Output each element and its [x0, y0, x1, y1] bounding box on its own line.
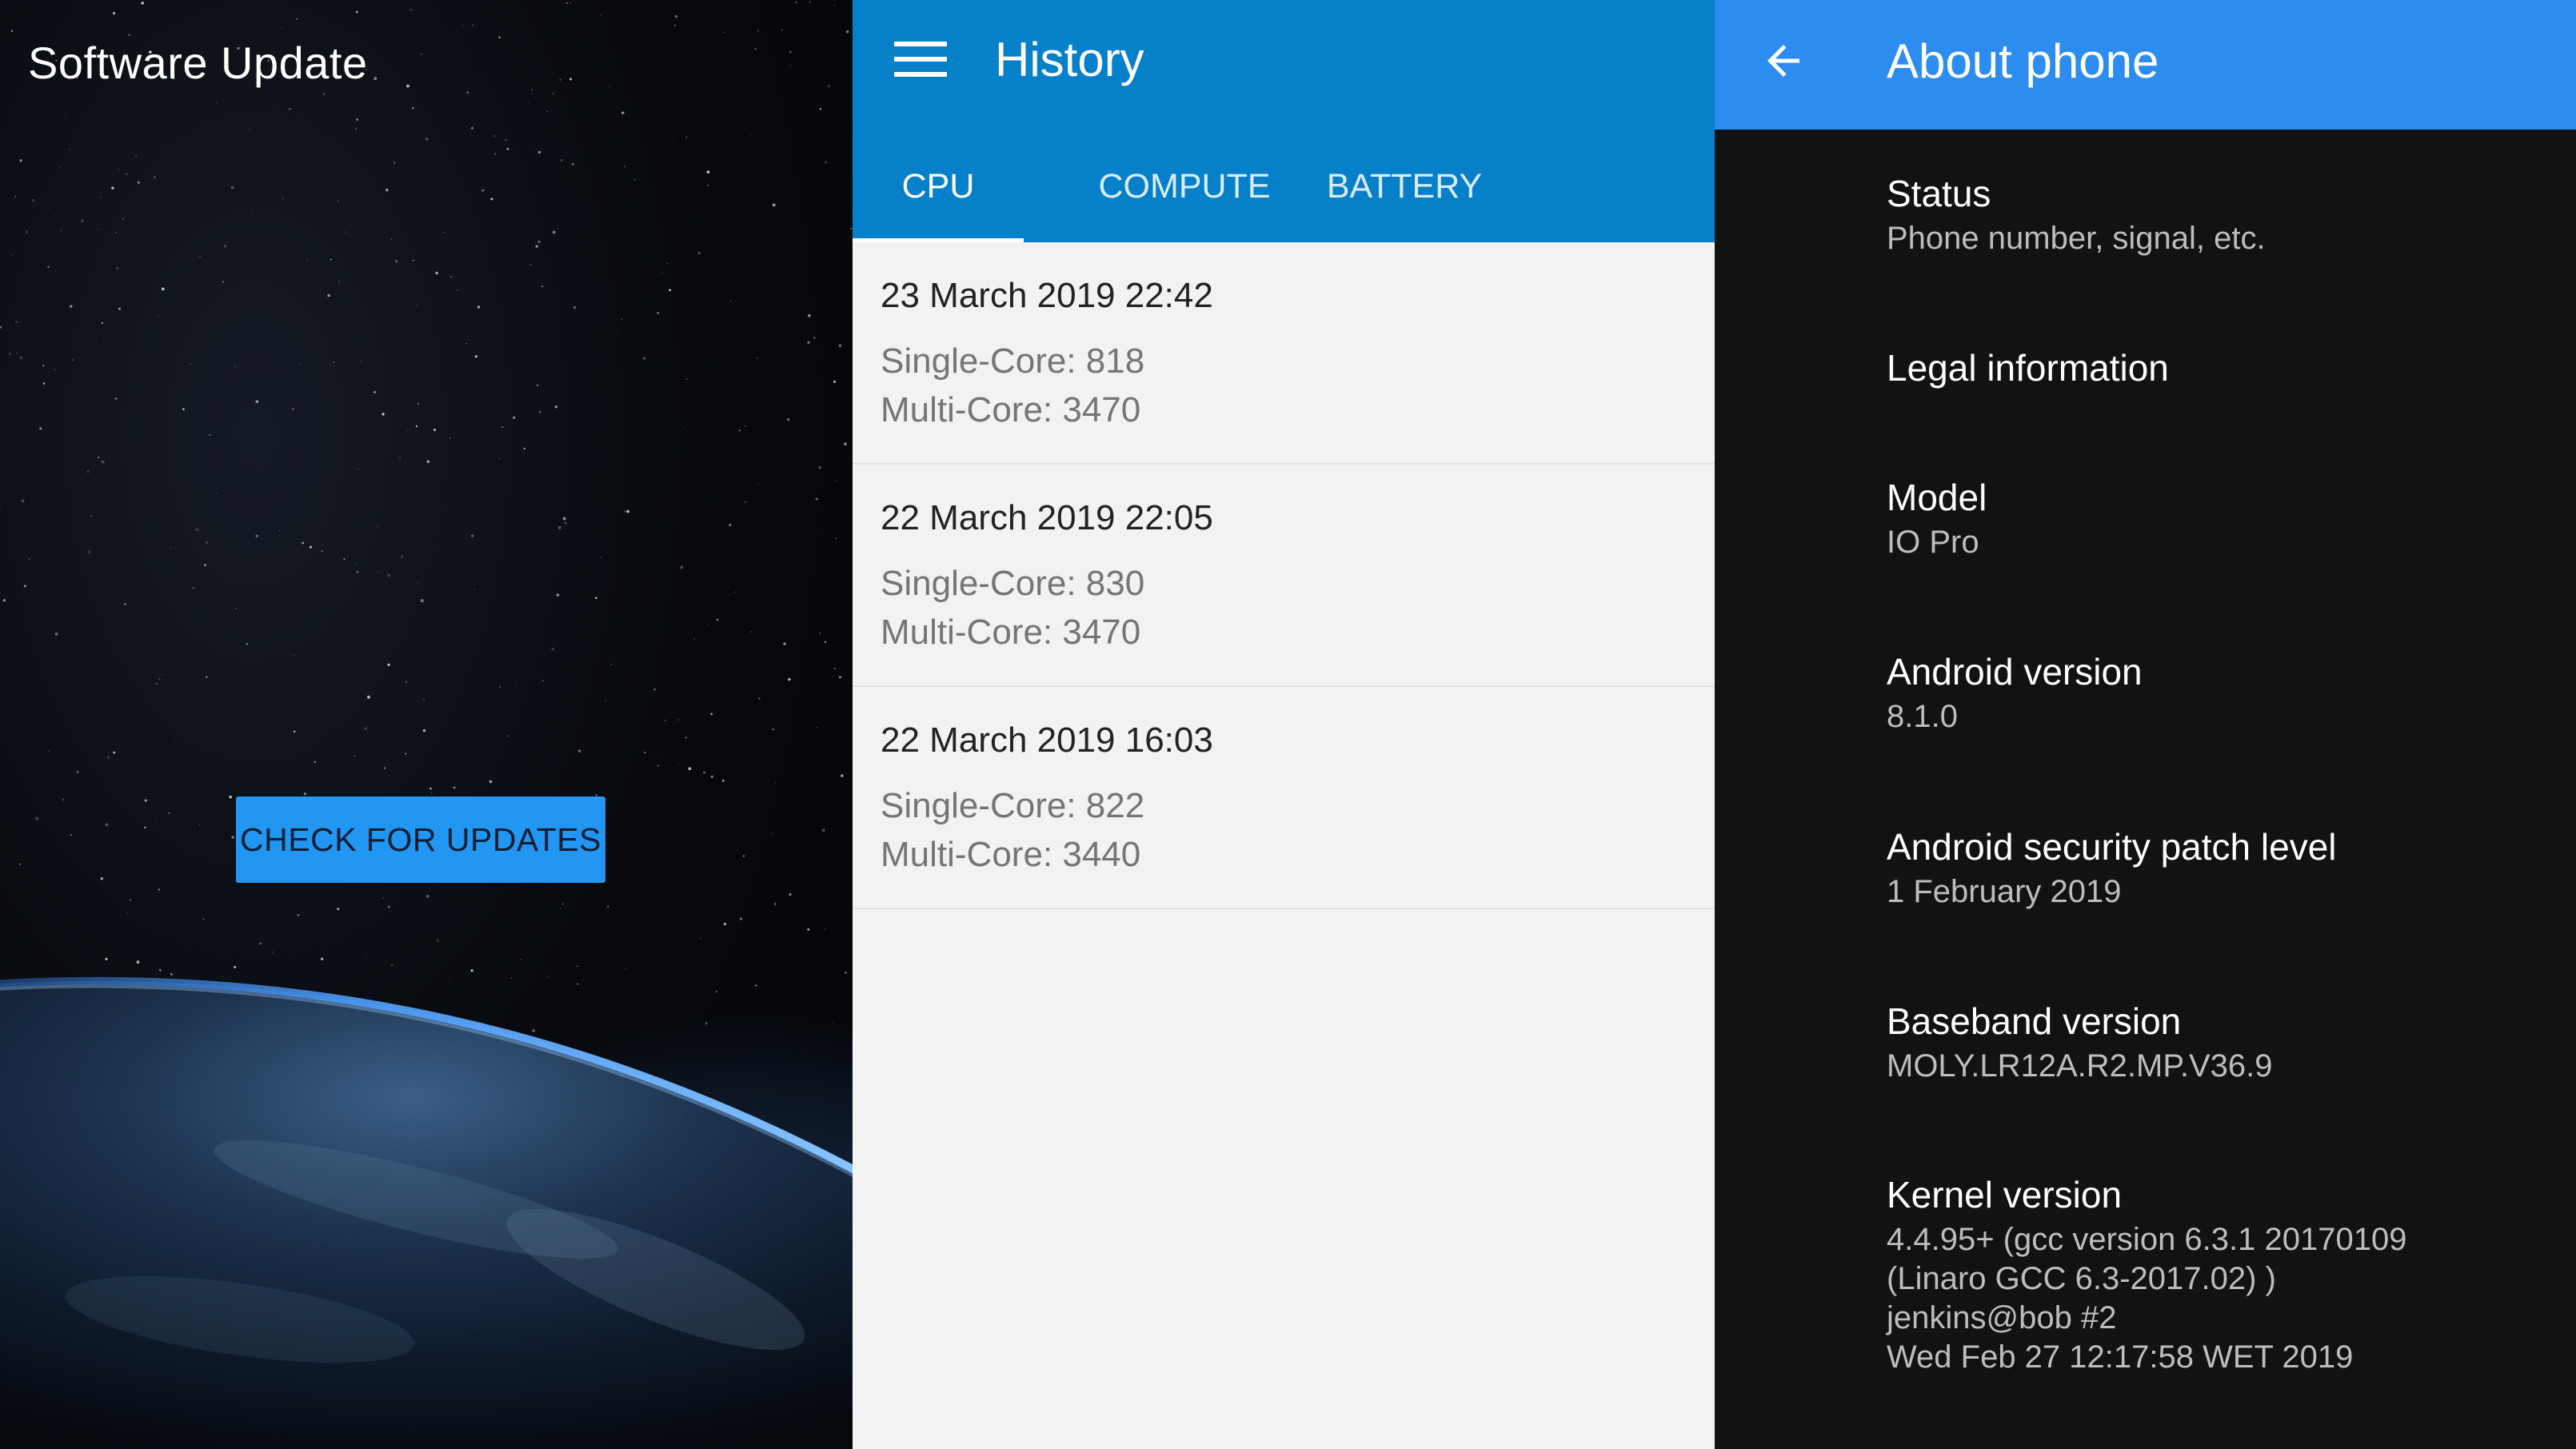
setting-baseband-version[interactable]: Baseband version MOLY.LR12A.R2.MP.V36.9: [1887, 997, 2542, 1086]
arrow-left-icon[interactable]: [1759, 37, 1807, 85]
setting-title: Kernel version: [1887, 1174, 2123, 1215]
setting-summary: IO Pro: [1887, 525, 1979, 560]
setting-android-version[interactable]: Android version 8.1.0: [1887, 648, 2542, 736]
check-for-updates-button[interactable]: CHECK FOR UPDATES: [236, 796, 605, 883]
setting-summary: 1 February 2019: [1887, 874, 2122, 909]
single-core-score: Single-Core: 822: [881, 786, 1145, 825]
setting-legal-information[interactable]: Legal information: [1887, 344, 2542, 392]
setting-summary-line: jenkins@bob #2: [1887, 1300, 2117, 1335]
history-list: 23 March 2019 22:42 Single-Core: 818 Mul…: [853, 242, 1715, 909]
single-core-score: Single-Core: 818: [881, 341, 1145, 381]
setting-summary: MOLY.LR12A.R2.MP.V36.9: [1887, 1048, 2273, 1084]
setting-summary-line: Wed Feb 27 12:17:58 WET 2019: [1887, 1339, 2354, 1375]
setting-security-patch-level[interactable]: Android security patch level 1 February …: [1887, 823, 2542, 912]
software-update-screen: Software Update CHECK FOR UPDATES: [0, 0, 853, 1449]
result-date: 23 March 2019 22:42: [881, 276, 1213, 315]
history-app-bar: History CPU COMPUTE BATTERY: [853, 0, 1715, 243]
tab-cpu[interactable]: CPU: [853, 152, 1024, 242]
multi-core-score: Multi-Core: 3470: [881, 613, 1141, 652]
result-date: 22 March 2019 22:05: [881, 498, 1213, 537]
hamburger-menu-icon[interactable]: [894, 42, 947, 78]
list-item[interactable]: 22 March 2019 22:05 Single-Core: 830 Mul…: [853, 465, 1715, 687]
single-core-score: Single-Core: 830: [881, 564, 1145, 603]
page-title: Software Update: [28, 38, 368, 88]
earth-horizon-image: [0, 800, 853, 1449]
setting-title: Baseband version: [1887, 1000, 2182, 1042]
setting-title: Android security patch level: [1887, 826, 2337, 868]
multi-core-score: Multi-Core: 3470: [881, 390, 1141, 429]
list-item[interactable]: 23 March 2019 22:42 Single-Core: 818 Mul…: [853, 242, 1715, 465]
setting-title: Android version: [1887, 651, 2143, 693]
tab-battery[interactable]: BATTERY: [1304, 152, 1504, 242]
screenshot-collage: Software Update CHECK FOR UPDATES Histor…: [0, 0, 2576, 1449]
setting-status[interactable]: Status Phone number, signal, etc.: [1887, 170, 2542, 258]
setting-summary: Phone number, signal, etc.: [1887, 221, 2266, 256]
setting-kernel-version[interactable]: Kernel version 4.4.95+ (gcc version 6.3.…: [1887, 1171, 2542, 1377]
setting-summary-line: 4.4.95+ (gcc version 6.3.1 20170109: [1887, 1222, 2407, 1257]
setting-model[interactable]: Model IO Pro: [1887, 473, 2542, 562]
list-item[interactable]: 22 March 2019 16:03 Single-Core: 822 Mul…: [853, 687, 1715, 909]
setting-summary-line: (Linaro GCC 6.3-2017.02) ): [1887, 1261, 2276, 1296]
setting-title: Model: [1887, 477, 1987, 518]
tab-compute[interactable]: COMPUTE: [1084, 152, 1284, 242]
setting-title: Legal information: [1887, 347, 2169, 389]
tab-bar: CPU COMPUTE BATTERY: [853, 152, 1715, 243]
about-phone-screen: About phone Status Phone number, signal,…: [1715, 0, 2576, 1449]
result-date: 22 March 2019 16:03: [881, 721, 1213, 760]
about-app-bar: About phone: [1715, 0, 2576, 130]
page-title: About phone: [1887, 34, 2159, 88]
setting-summary: 8.1.0: [1887, 699, 1958, 734]
page-title: History: [995, 33, 1144, 86]
history-screen: History CPU COMPUTE BATTERY 23 March 201…: [853, 0, 1715, 1449]
multi-core-score: Multi-Core: 3440: [881, 835, 1141, 874]
setting-title: Status: [1887, 173, 1991, 214]
